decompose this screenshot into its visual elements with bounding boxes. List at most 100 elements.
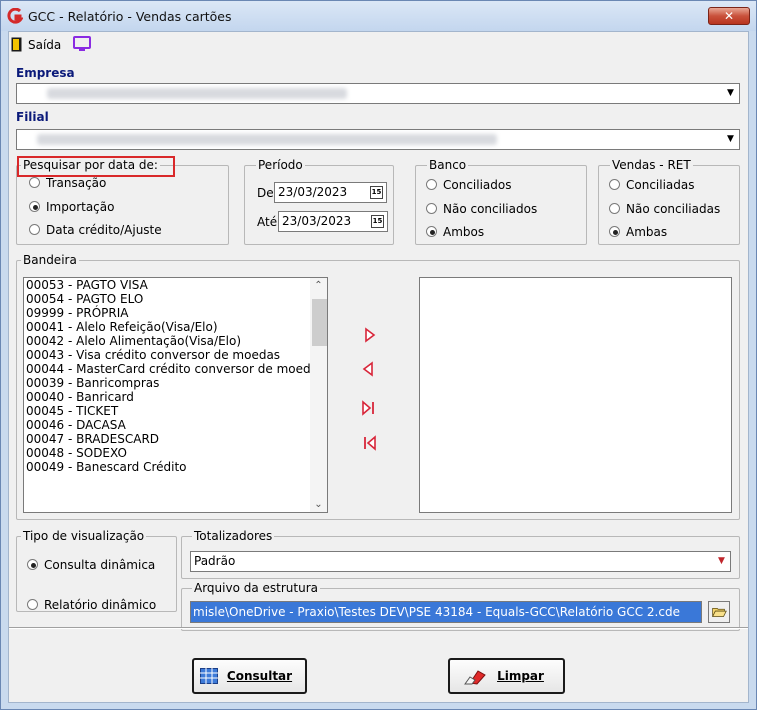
to-date-value: 23/03/2023 (282, 214, 352, 228)
grid-table-icon (200, 668, 218, 684)
radio-data-credito[interactable]: Data crédito/Ajuste (29, 223, 162, 237)
scroll-down-icon[interactable]: ⌄ (310, 499, 327, 510)
radio-label: Não conciliados (443, 202, 538, 216)
filial-label: Filial (16, 110, 49, 124)
bank-title: Banco (427, 158, 469, 172)
list-item[interactable]: 00041 - Alelo Refeição(Visa/Elo) (24, 320, 327, 334)
window-title: GCC - Relatório - Vendas cartões (28, 9, 232, 24)
radio-bank-conciliados[interactable]: Conciliados (426, 178, 512, 192)
radio-circle[interactable] (426, 203, 437, 214)
totalizers-value: Padrão (194, 554, 236, 568)
radio-circle[interactable] (29, 224, 40, 235)
radio-ret-conciliadas[interactable]: Conciliadas (609, 178, 695, 192)
list-item[interactable]: 00043 - Visa crédito conversor de moedas (24, 348, 327, 362)
bandeira-available-list[interactable]: 00053 - PAGTO VISA 00054 - PAGTO ELO 09999… (23, 277, 328, 513)
to-date-field[interactable]: 23/03/2023 15 (278, 211, 388, 232)
radio-circle[interactable] (27, 599, 38, 610)
close-button[interactable]: ✕ (708, 7, 750, 25)
calendar-icon[interactable]: 15 (370, 186, 383, 199)
scroll-up-icon[interactable]: ⌃ (310, 280, 327, 291)
radio-label: Ambos (443, 225, 485, 239)
filial-redacted-value (37, 134, 497, 145)
vertical-scrollbar[interactable]: ⌃ ⌄ (310, 278, 327, 512)
move-all-right-icon[interactable] (359, 398, 379, 418)
list-item[interactable]: 00053 - PAGTO VISA (24, 278, 327, 292)
chevron-down-icon[interactable]: ▼ (722, 84, 739, 103)
eraser-icon (464, 670, 486, 685)
radio-circle[interactable] (426, 226, 437, 237)
radio-importacao[interactable]: Importação (29, 200, 114, 214)
list-item[interactable]: 00054 - PAGTO ELO (24, 292, 327, 306)
list-item[interactable]: 00044 - MasterCard crédito conversor de … (24, 362, 327, 376)
bottom-divider (9, 627, 748, 629)
scroll-thumb[interactable] (312, 299, 327, 346)
bank-group: Banco Conciliados Não conciliados Ambos (415, 158, 587, 245)
chevron-down-icon[interactable]: ▼ (713, 552, 730, 571)
radio-circle[interactable] (29, 201, 40, 212)
radio-circle[interactable] (29, 177, 40, 188)
from-label: De (257, 186, 274, 200)
sales-ret-group: Vendas - RET Conciliadas Não conciliadas… (598, 158, 740, 245)
app-logo-icon (7, 8, 23, 24)
app-window: GCC - Relatório - Vendas cartões ✕ Saída… (0, 0, 757, 710)
list-item[interactable]: 00045 - TICKET (24, 404, 327, 418)
list-item[interactable]: 00049 - Banescard Crédito (24, 460, 327, 474)
radio-label: Transação (46, 176, 107, 190)
radio-bank-ambos[interactable]: Ambos (426, 225, 484, 239)
list-item[interactable]: 00046 - DACASA (24, 418, 327, 432)
list-item[interactable]: 00042 - Alelo Alimentação(Visa/Elo) (24, 334, 327, 348)
list-item[interactable]: 00039 - Banricompras (24, 376, 327, 390)
radio-transacao[interactable]: Transação (29, 176, 106, 190)
radio-label: Conciliados (443, 178, 512, 192)
exit-door-icon[interactable] (11, 37, 22, 52)
list-item[interactable]: 00048 - SODEXO (24, 446, 327, 460)
radio-bank-nao-conciliados[interactable]: Não conciliados (426, 202, 537, 216)
bandeira-selected-list[interactable] (419, 277, 732, 513)
highlight-box (17, 156, 175, 177)
move-left-icon[interactable] (359, 359, 379, 379)
consultar-button[interactable]: Consultar (192, 658, 307, 694)
structure-file-group: Arquivo da estrutura misle\OneDrive - Pr… (181, 581, 740, 631)
list-item[interactable]: 00047 - BRADESCARD (24, 432, 327, 446)
menu-bar: Saída (9, 32, 748, 58)
radio-circle[interactable] (609, 203, 620, 214)
radio-ret-ambas[interactable]: Ambas (609, 225, 667, 239)
radio-circle[interactable] (609, 179, 620, 190)
radio-label: Ambas (626, 225, 668, 239)
view-type-group: Tipo de visualização Consulta dinâmica R… (16, 529, 177, 612)
title-bar: GCC - Relatório - Vendas cartões ✕ (1, 1, 756, 31)
from-date-field[interactable]: 23/03/2023 15 (274, 182, 387, 203)
empresa-select[interactable]: ▼ (16, 83, 740, 104)
totalizers-select[interactable]: Padrão ▼ (190, 551, 731, 572)
radio-label: Não conciliadas (626, 202, 721, 216)
monitor-icon[interactable] (73, 36, 91, 52)
to-label: Até (257, 215, 278, 229)
list-item[interactable]: 00040 - Banricard (24, 390, 327, 404)
list-item[interactable]: 09999 - PRÓPRIA (24, 306, 327, 320)
radio-relatorio-dinamico[interactable]: Relatório dinâmico (27, 598, 156, 612)
radio-circle[interactable] (27, 559, 38, 570)
exit-menu-item[interactable]: Saída (28, 38, 61, 52)
move-right-icon[interactable] (359, 325, 379, 345)
filial-select[interactable]: ▼ (16, 129, 740, 150)
move-all-left-icon[interactable] (359, 433, 379, 453)
structure-file-path-field[interactable]: misle\OneDrive - Praxio\Testes DEV\PSE 4… (190, 601, 702, 623)
radio-label: Relatório dinâmico (44, 598, 157, 612)
radio-circle[interactable] (426, 179, 437, 190)
radio-label: Importação (46, 200, 115, 214)
bandeira-title: Bandeira (21, 253, 79, 267)
calendar-icon[interactable]: 15 (371, 215, 384, 228)
empresa-redacted-value (47, 88, 347, 99)
period-group: Período De 23/03/2023 15 Até 23/03/2023 … (244, 158, 394, 245)
limpar-button[interactable]: Limpar (448, 658, 565, 694)
radio-ret-nao-conciliadas[interactable]: Não conciliadas (609, 202, 720, 216)
radio-circle[interactable] (609, 226, 620, 237)
folder-open-icon[interactable] (708, 601, 730, 623)
totalizers-group: Totalizadores Padrão ▼ (181, 529, 740, 579)
search-by-date-group: Pesquisar por data de: Transação Importa… (16, 158, 229, 245)
limpar-label: Limpar (497, 669, 544, 683)
chevron-down-icon[interactable]: ▼ (722, 130, 739, 149)
consultar-label: Consultar (226, 669, 293, 683)
main-content: Saída Empresa ▼ Filial ▼ Pesquisar por d… (8, 31, 749, 703)
radio-consulta-dinamica[interactable]: Consulta dinâmica (27, 558, 155, 572)
